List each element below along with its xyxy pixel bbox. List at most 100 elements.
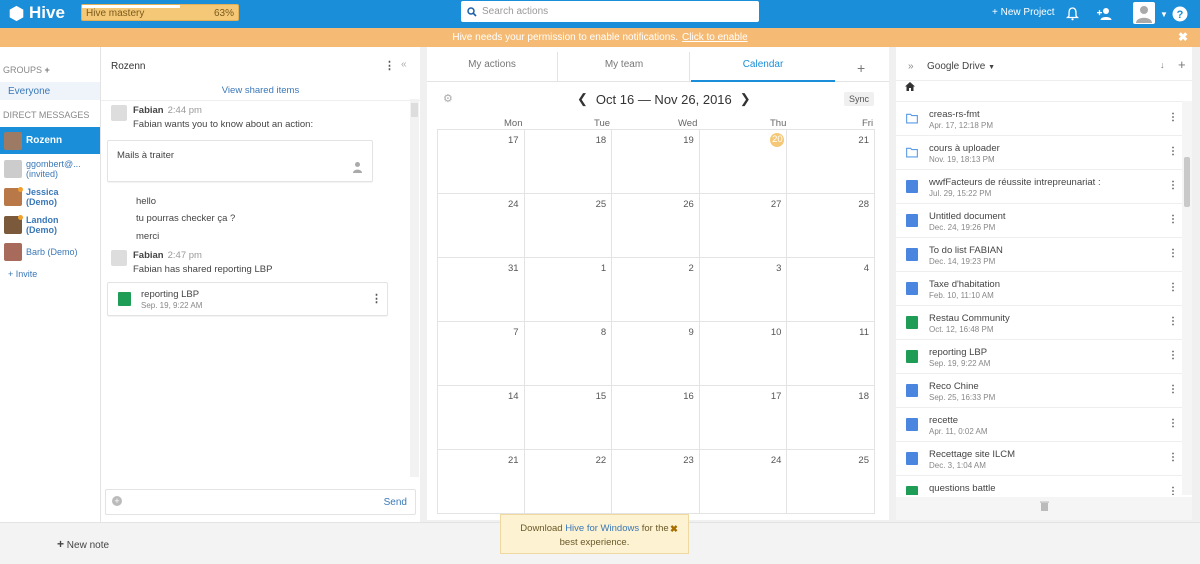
tab-calendar[interactable]: Calendar (691, 52, 835, 82)
hive-logo[interactable]: Hive (8, 3, 65, 23)
kebab-menu-icon[interactable]: ⋮ (1168, 112, 1178, 123)
mastery-progress[interactable]: Hive mastery 63% (81, 4, 239, 21)
calendar-day-cell[interactable]: 20 (699, 130, 788, 194)
calendar-day-cell[interactable]: 22 (524, 450, 613, 514)
add-file-icon[interactable]: + (1178, 57, 1186, 72)
calendar-day-cell[interactable]: 17 (437, 130, 525, 194)
drive-file-item[interactable]: questions battle ⋮ (896, 476, 1182, 495)
calendar-day-cell[interactable]: 11 (787, 322, 875, 386)
drive-file-item[interactable]: cours à uploader Nov. 19, 18:13 PM ⋮ (896, 136, 1182, 170)
chat-scrollbar[interactable] (410, 99, 419, 477)
calendar-day-cell[interactable]: 4 (787, 258, 875, 322)
calendar-day-cell[interactable]: 1 (524, 258, 613, 322)
dm-user-barb[interactable]: Barb (Demo) (0, 241, 100, 263)
message-input[interactable] (128, 495, 378, 506)
close-icon[interactable]: ✖ (670, 523, 678, 537)
enable-notifications-link[interactable]: Click to enable (682, 32, 748, 43)
chevron-right-icon[interactable]: ❯ (740, 91, 751, 107)
kebab-menu-icon[interactable]: ⋮ (1168, 214, 1178, 225)
calendar-day-cell[interactable]: 2 (612, 258, 700, 322)
user-avatar[interactable] (1133, 2, 1155, 24)
drive-file-item[interactable]: creas-rs-fmt Apr. 17, 12:18 PM ⋮ (896, 102, 1182, 136)
calendar-day-cell[interactable]: 15 (524, 386, 613, 450)
kebab-menu-icon[interactable]: ⋮ (371, 292, 382, 305)
calendar-day-cell[interactable]: 19 (612, 130, 700, 194)
collapse-icon[interactable]: « (401, 59, 407, 70)
dm-user-jessica[interactable]: Jessica (Demo) (0, 185, 100, 209)
dm-user-landon[interactable]: Landon (Demo) (0, 213, 100, 237)
trash-icon[interactable] (896, 497, 1192, 520)
calendar-day-cell[interactable]: 3 (699, 258, 788, 322)
kebab-menu-icon[interactable]: ⋮ (1168, 180, 1178, 191)
search-box[interactable] (461, 1, 759, 22)
drive-title[interactable]: Google Drive ▼ (927, 61, 995, 72)
kebab-menu-icon[interactable]: ⋮ (1168, 418, 1178, 429)
calendar-day-cell[interactable]: 21 (437, 450, 525, 514)
calendar-day-cell[interactable]: 16 (612, 386, 700, 450)
kebab-menu-icon[interactable]: ⋮ (384, 59, 395, 72)
search-input[interactable] (482, 6, 742, 17)
calendar-day-cell[interactable]: 25 (787, 450, 875, 514)
view-shared-items-link[interactable]: View shared items (101, 85, 420, 101)
dm-user-rozenn[interactable]: Rozenn (0, 127, 100, 154)
calendar-day-cell[interactable]: 27 (699, 194, 788, 258)
drive-file-item[interactable]: Recettage site ILCM Dec. 3, 1:04 AM ⋮ (896, 442, 1182, 476)
kebab-menu-icon[interactable]: ⋮ (1168, 486, 1178, 495)
drive-file-item[interactable]: recette Apr. 11, 0:02 AM ⋮ (896, 408, 1182, 442)
action-card[interactable]: Mails à traiter (107, 140, 373, 182)
drive-scrollbar[interactable] (1182, 101, 1192, 495)
add-group-icon[interactable]: + (42, 65, 50, 75)
drive-file-item[interactable]: Taxe d'habitation Feb. 10, 11:10 AM ⋮ (896, 272, 1182, 306)
drive-file-item[interactable]: Reco Chine Sep. 25, 16:33 PM ⋮ (896, 374, 1182, 408)
hive-for-windows-link[interactable]: Hive for Windows (565, 523, 639, 534)
calendar-day-cell[interactable]: 26 (612, 194, 700, 258)
calendar-day-cell[interactable]: 10 (699, 322, 788, 386)
calendar-day-cell[interactable]: 21 (787, 130, 875, 194)
dm-user-ggombert[interactable]: ggombert@... (invited) (0, 157, 100, 181)
scrollbar-thumb[interactable] (411, 103, 418, 117)
group-everyone[interactable]: Everyone (0, 82, 100, 100)
invite-link[interactable]: + Invite (8, 269, 37, 279)
drive-file-item[interactable]: To do list FABIAN Dec. 14, 19:23 PM ⋮ (896, 238, 1182, 272)
calendar-day-cell[interactable]: 18 (524, 130, 613, 194)
calendar-day-cell[interactable]: 14 (437, 386, 525, 450)
message-composer[interactable]: + Send (105, 489, 416, 515)
send-button[interactable]: Send (384, 497, 407, 508)
kebab-menu-icon[interactable]: ⋮ (1168, 282, 1178, 293)
drive-file-item[interactable]: wwfFacteurs de réussite intrepreunariat … (896, 170, 1182, 204)
calendar-day-cell[interactable]: 24 (699, 450, 788, 514)
sync-button[interactable]: Sync (844, 92, 875, 106)
tab-my-actions[interactable]: My actions (427, 52, 558, 82)
calendar-day-cell[interactable]: 7 (437, 322, 525, 386)
attach-plus-icon[interactable]: + (112, 496, 122, 506)
shared-file-card[interactable]: reporting LBP Sep. 19, 9:22 AM ⋮ (107, 282, 388, 316)
new-project-button[interactable]: + New Project (992, 7, 1055, 18)
sort-icon[interactable]: ↓ (1160, 60, 1165, 70)
kebab-menu-icon[interactable]: ⋮ (1168, 452, 1178, 463)
kebab-menu-icon[interactable]: ⋮ (1168, 350, 1178, 361)
drive-file-item[interactable]: Untitled document Dec. 24, 19:26 PM ⋮ (896, 204, 1182, 238)
calendar-day-cell[interactable]: 8 (524, 322, 613, 386)
calendar-day-cell[interactable]: 9 (612, 322, 700, 386)
kebab-menu-icon[interactable]: ⋮ (1168, 248, 1178, 259)
add-user-icon[interactable] (1095, 4, 1115, 24)
calendar-day-cell[interactable]: 23 (612, 450, 700, 514)
kebab-menu-icon[interactable]: ⋮ (1168, 316, 1178, 327)
drive-file-item[interactable]: reporting LBP Sep. 19, 9:22 AM ⋮ (896, 340, 1182, 374)
help-icon[interactable]: ? (1170, 4, 1190, 24)
expand-icon[interactable]: » (908, 61, 914, 72)
drive-file-item[interactable]: Restau Community Oct. 12, 16:48 PM ⋮ (896, 306, 1182, 340)
tab-my-team[interactable]: My team (559, 52, 690, 82)
kebab-menu-icon[interactable]: ⋮ (1168, 384, 1178, 395)
calendar-day-cell[interactable]: 31 (437, 258, 525, 322)
home-icon[interactable] (905, 82, 915, 94)
gear-icon[interactable]: ⚙ (443, 92, 453, 105)
calendar-day-cell[interactable]: 17 (699, 386, 788, 450)
calendar-day-cell[interactable]: 25 (524, 194, 613, 258)
calendar-day-cell[interactable]: 24 (437, 194, 525, 258)
calendar-day-cell[interactable]: 18 (787, 386, 875, 450)
kebab-menu-icon[interactable]: ⋮ (1168, 146, 1178, 157)
bell-icon[interactable] (1062, 4, 1082, 24)
chevron-left-icon[interactable]: ❮ (577, 91, 588, 107)
scrollbar-thumb[interactable] (1184, 157, 1190, 207)
